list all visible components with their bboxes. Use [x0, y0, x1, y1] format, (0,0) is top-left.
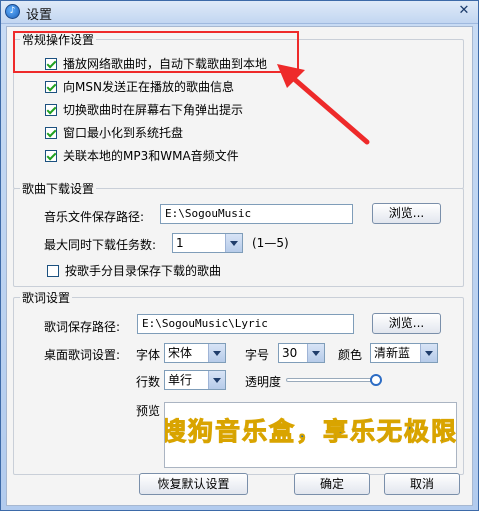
font-label: 字体 — [136, 348, 161, 362]
font-size-select[interactable]: 30 — [278, 343, 325, 363]
option-by-artist-folder[interactable]: 按歌手分目录保存下载的歌曲 — [47, 262, 221, 279]
annotation-arrow-shaft — [290, 75, 370, 145]
music-path-input[interactable]: E:\SogouMusic — [160, 204, 353, 224]
font-select[interactable]: 宋体 — [164, 343, 226, 363]
opacity-label: 透明度 — [245, 375, 282, 389]
option-label: 窗口最小化到系统托盘 — [63, 126, 184, 140]
window-title: 设置 — [26, 8, 53, 23]
msn-share-checkbox[interactable] — [45, 80, 57, 93]
font-value: 宋体 — [168, 346, 193, 360]
dialog-body: 常规操作设置 播放网络歌曲时，自动下载歌曲到本地 向MSN发送正在播放的歌曲信息… — [6, 26, 473, 506]
annotation-highlight-box — [13, 31, 299, 73]
lines-label: 行数 — [136, 375, 161, 389]
lyrics-settings-legend: 歌词设置 — [20, 289, 73, 306]
desktop-lyrics-label: 桌面歌词设置: — [44, 348, 121, 362]
lyrics-preview-box: 搜狗音乐盒，享乐无极限 — [164, 402, 457, 468]
option-label: 关联本地的MP3和WMA音频文件 — [63, 149, 239, 163]
minimize-tray-checkbox[interactable] — [45, 126, 57, 139]
close-icon[interactable]: ✕ — [456, 4, 472, 19]
max-tasks-range: (1—5) — [252, 236, 289, 250]
by-artist-folder-checkbox[interactable] — [47, 264, 59, 277]
lines-value: 单行 — [168, 373, 193, 387]
font-size-value: 30 — [282, 346, 298, 360]
option-label: 按歌手分目录保存下载的歌曲 — [65, 264, 222, 278]
music-path-label: 音乐文件保存路径: — [44, 210, 145, 224]
popup-tip-checkbox[interactable] — [45, 103, 57, 116]
ok-button[interactable]: 确定 — [294, 473, 370, 495]
chevron-down-icon[interactable] — [225, 234, 242, 252]
cancel-button[interactable]: 取消 — [384, 473, 460, 495]
max-tasks-value: 1 — [176, 236, 184, 250]
preview-label: 预览 — [136, 404, 161, 418]
option-msn-share[interactable]: 向MSN发送正在播放的歌曲信息 — [45, 78, 234, 95]
option-file-association[interactable]: 关联本地的MP3和WMA音频文件 — [45, 147, 239, 164]
file-association-checkbox[interactable] — [45, 149, 57, 162]
lyric-browse-button[interactable]: 浏览... — [372, 313, 441, 334]
max-tasks-label: 最大同时下载任务数: — [44, 238, 157, 252]
title-bar[interactable]: ♪ 设置 ✕ — [1, 1, 478, 24]
app-icon: ♪ — [5, 4, 20, 19]
settings-window: ♪ 设置 ✕ 常规操作设置 播放网络歌曲时，自动下载歌曲到本地 向MSN发送正在… — [0, 0, 479, 511]
lyric-path-label: 歌词保存路径: — [44, 320, 121, 334]
color-select[interactable]: 清新蓝 — [370, 343, 438, 363]
annotation-arrow — [277, 64, 370, 145]
lines-select[interactable]: 单行 — [164, 370, 226, 390]
music-browse-button[interactable]: 浏览... — [372, 203, 441, 224]
chevron-down-icon[interactable] — [208, 344, 225, 362]
lyrics-settings-group: 歌词设置 歌词保存路径: E:\SogouMusic\Lyric 浏览... 桌… — [13, 289, 464, 475]
lyric-path-input[interactable]: E:\SogouMusic\Lyric — [137, 314, 354, 334]
color-label: 颜色 — [338, 348, 363, 362]
chevron-down-icon[interactable] — [420, 344, 437, 362]
max-tasks-select[interactable]: 1 — [172, 233, 243, 253]
download-settings-group: 歌曲下载设置 音乐文件保存路径: E:\SogouMusic 浏览... 最大同… — [13, 180, 464, 287]
opacity-slider-track[interactable] — [286, 378, 379, 382]
option-minimize-tray[interactable]: 窗口最小化到系统托盘 — [45, 124, 183, 141]
restore-defaults-button[interactable]: 恢复默认设置 — [139, 473, 248, 495]
option-popup-tip[interactable]: 切换歌曲时在屏幕右下角弹出提示 — [45, 101, 243, 118]
chevron-down-icon[interactable] — [307, 344, 324, 362]
lyrics-preview-text: 搜狗音乐盒，享乐无极限 — [164, 417, 457, 447]
download-settings-legend: 歌曲下载设置 — [20, 180, 97, 197]
color-value: 清新蓝 — [374, 346, 411, 360]
option-label: 切换歌曲时在屏幕右下角弹出提示 — [63, 103, 244, 117]
option-label: 向MSN发送正在播放的歌曲信息 — [63, 80, 234, 94]
font-size-label: 字号 — [245, 348, 270, 362]
chevron-down-icon[interactable] — [208, 371, 225, 389]
opacity-slider-thumb[interactable] — [370, 374, 383, 386]
